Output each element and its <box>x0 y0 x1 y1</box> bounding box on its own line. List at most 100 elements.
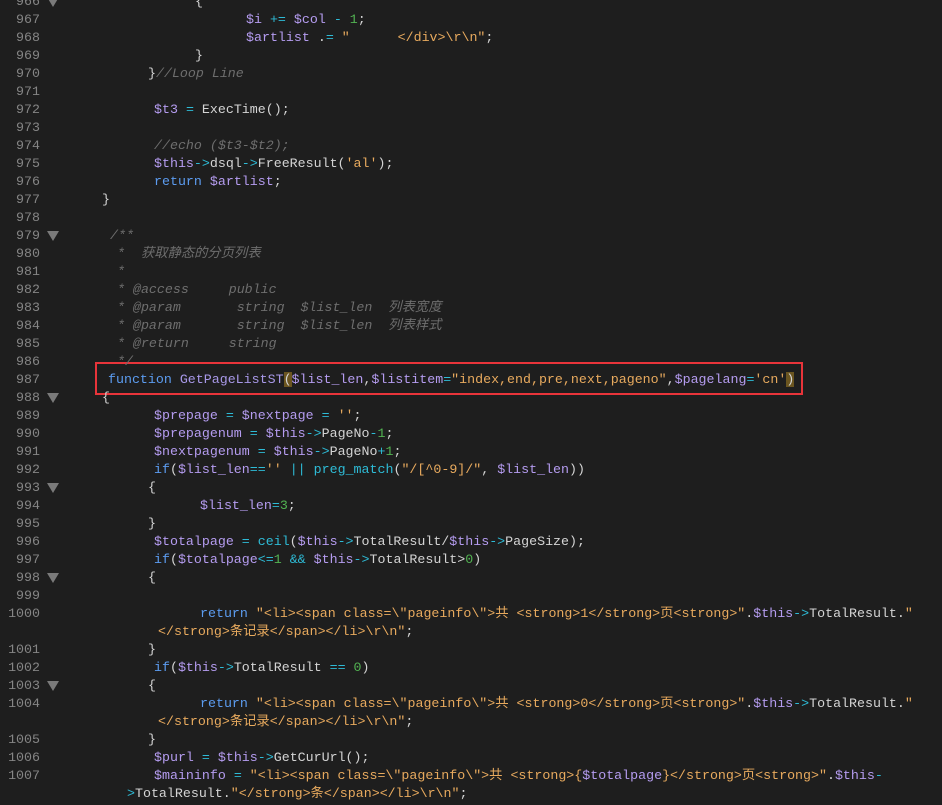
code-line[interactable]: 967 $i += $col - 1; <box>0 11 942 29</box>
code-line[interactable]: 1007 $maininfo = "<li><span class=\"pagei… <box>0 767 942 785</box>
code-text: ; <box>357 12 366 27</box>
operator: -> <box>793 606 810 621</box>
code-line[interactable]: 1006 $purl = $this->GetCurUrl(); <box>0 749 942 767</box>
code-line[interactable]: 981 * <box>0 263 942 281</box>
code-content: * @param string $list_len 列表样式 <box>117 317 442 335</box>
line-number: 991 <box>16 444 40 459</box>
code-line[interactable]: 979 /** <box>0 227 942 245</box>
code-text: TotalResult/ <box>353 534 450 549</box>
fold-toggle-icon[interactable] <box>47 681 59 691</box>
code-line[interactable]: 987 function GetPageListST($list_len, $lis… <box>0 371 942 389</box>
code-content: $prepage = $nextpage = ''; <box>154 407 362 425</box>
code-line[interactable]: 985 * @return string <box>0 335 942 353</box>
code-line[interactable]: 977} <box>0 191 942 209</box>
code-line[interactable]: 999 <box>0 587 942 605</box>
fold-toggle-icon[interactable] <box>47 573 59 583</box>
code-text: TotalResult. <box>809 606 905 621</box>
code-line[interactable]: 994 $list_len=3; <box>0 497 942 515</box>
operator: == <box>249 462 266 477</box>
code-line[interactable]: 1003 { <box>0 677 942 695</box>
code-line[interactable]: </strong>条记录</span></li>\r\n"; <box>0 713 942 731</box>
keyword: return <box>200 696 248 711</box>
line-number: 995 <box>16 516 40 531</box>
code-line[interactable]: 1002 if($this->TotalResult == 0) <box>0 659 942 677</box>
fold-toggle-icon[interactable] <box>47 393 59 403</box>
code-line[interactable]: 973 <box>0 119 942 137</box>
code-content: } <box>148 731 156 749</box>
code-line[interactable]: 1000 return "<li><span class=\"pageinfo\"… <box>0 605 942 623</box>
line-number: 977 <box>16 192 40 207</box>
operator: > <box>127 786 135 801</box>
code-line[interactable]: 970}//Loop Line <box>0 65 942 83</box>
fold-toggle-icon[interactable] <box>47 231 59 241</box>
code-line[interactable]: 995} <box>0 515 942 533</box>
code-line[interactable]: 989 $prepage = $nextpage = ''; <box>0 407 942 425</box>
code-content: function GetPageListST($list_len, $listit… <box>108 371 795 389</box>
code-line[interactable]: 984 * @param string $list_len 列表样式 <box>0 317 942 335</box>
code-line[interactable]: 978 <box>0 209 942 227</box>
code-text: TotalResult> <box>369 552 466 567</box>
code-line[interactable]: 969} <box>0 47 942 65</box>
code-line[interactable]: 990 $prepagenum = $this->PageNo-1; <box>0 425 942 443</box>
code-line[interactable]: 991 $nextpagenum = $this->PageNo+1; <box>0 443 942 461</box>
code-line[interactable]: 966 { <box>0 0 942 11</box>
code-line[interactable]: >TotalResult."</strong>条</span></li>\r\n… <box>0 785 942 803</box>
code-text: )) <box>569 462 585 477</box>
code-line[interactable]: 975 $this->dsql->FreeResult('al'); <box>0 155 942 173</box>
code-line[interactable]: 968 $artlist .= " </div>\r\n"; <box>0 29 942 47</box>
code-line[interactable]: 993 { <box>0 479 942 497</box>
code-content: $totalpage = ceil($this->TotalResult/$th… <box>154 533 585 551</box>
fold-toggle-icon[interactable] <box>47 483 59 493</box>
variable: $this <box>834 768 875 783</box>
line-number: 1006 <box>8 750 40 765</box>
code-editor[interactable]: 966{967 $i += $col - 1; 968 $artlist .= " <… <box>0 0 942 805</box>
line-number: 967 <box>16 12 40 27</box>
code-line[interactable]: 980 * 获取静态的分页列表 <box>0 245 942 263</box>
code-line[interactable]: 992 if($list_len=='' || preg_match("/[^0-… <box>0 461 942 479</box>
variable: $list_len <box>497 462 570 477</box>
string: }</strong>页<strong>" <box>662 768 827 783</box>
operator: -> <box>217 660 234 675</box>
variable: $this <box>449 534 490 549</box>
code-text: ( <box>169 462 178 477</box>
line-number: 978 <box>16 210 40 225</box>
line-number: 972 <box>16 102 40 117</box>
code-line[interactable]: 982 * @access public <box>0 281 942 299</box>
comment: //Loop Line <box>155 66 244 81</box>
code-line[interactable]: 1005} <box>0 731 942 749</box>
variable: $totalpage <box>154 534 234 549</box>
function-name: GetPageListST <box>179 372 284 387</box>
code-text: { <box>195 0 203 9</box>
line-number: 976 <box>16 174 40 189</box>
variable: $this <box>273 444 314 459</box>
code-line[interactable]: 988 { <box>0 389 942 407</box>
code-line[interactable]: 974 //echo ($t3-$t2); <box>0 137 942 155</box>
code-line[interactable]: 972 $t3 = ExecTime(); <box>0 101 942 119</box>
code-content: if($this->TotalResult == 0) <box>154 659 370 677</box>
variable: $list_len <box>291 372 364 387</box>
variable: $this <box>154 156 194 171</box>
code-content: $list_len=3; <box>200 497 296 515</box>
code-line[interactable]: </strong>条记录</span></li>\r\n"; <box>0 623 942 641</box>
code-line[interactable]: 998 { <box>0 569 942 587</box>
code-line[interactable]: 971 <box>0 83 942 101</box>
variable: $this <box>217 750 258 765</box>
line-number: 1005 <box>8 732 40 747</box>
code-line[interactable]: 983 * @param string $list_len 列表宽度 <box>0 299 942 317</box>
code-text: ( <box>169 660 178 675</box>
code-text: ; <box>353 408 362 423</box>
code-line[interactable]: 997 if($totalpage<=1 && $this->TotalResul… <box>0 551 942 569</box>
operator: = <box>201 750 210 765</box>
code-line[interactable]: 996 $totalpage = ceil($this->TotalResult/… <box>0 533 942 551</box>
code-line[interactable]: 1004 return "<li><span class=\"pageinfo\"… <box>0 695 942 713</box>
code-text: ( <box>169 552 178 567</box>
code-line[interactable]: 986 */ <box>0 353 942 371</box>
code-line[interactable]: 1001} <box>0 641 942 659</box>
fold-toggle-icon[interactable] <box>47 0 59 7</box>
code-line[interactable]: 976 return $artlist; <box>0 173 942 191</box>
code-text: dsql <box>209 156 242 171</box>
